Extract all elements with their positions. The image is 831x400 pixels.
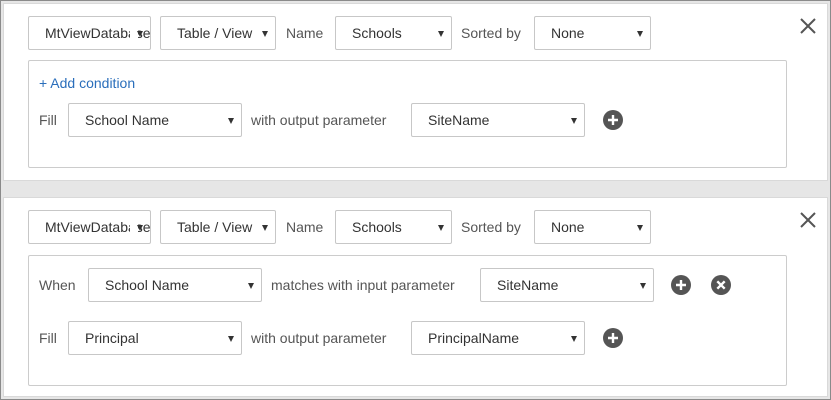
fill-field-select[interactable]: Principal	[68, 321, 242, 355]
source-type-value: Table / View	[177, 219, 253, 235]
plus-circle-icon[interactable]	[671, 275, 691, 295]
plus-circle-icon[interactable]	[603, 328, 623, 348]
source-type-select[interactable]: Table / View	[160, 16, 276, 50]
name-label: Name	[286, 219, 324, 235]
add-condition-link[interactable]: + Add condition	[39, 73, 135, 93]
query-block-2: MtViewDatabase Table / View Name Schools…	[3, 197, 828, 397]
condition-box: When School Name matches with input para…	[28, 255, 787, 386]
output-parameter-label: with output parameter	[251, 330, 387, 346]
fill-field-select[interactable]: School Name	[68, 103, 242, 137]
chevron-down-icon	[262, 225, 268, 231]
sorted-by-value: None	[551, 219, 585, 235]
matches-label: matches with input parameter	[271, 277, 455, 293]
chevron-down-icon	[228, 336, 234, 342]
when-field-select[interactable]: School Name	[88, 268, 262, 302]
output-parameter-label: with output parameter	[251, 112, 387, 128]
name-select[interactable]: Schools	[335, 210, 452, 244]
sorted-by-select[interactable]: None	[534, 16, 651, 50]
name-select-value: Schools	[352, 25, 402, 41]
database-select[interactable]: MtViewDatabase	[28, 210, 151, 244]
chevron-down-icon	[137, 31, 143, 37]
output-parameter-value: SiteName	[428, 112, 490, 128]
close-icon[interactable]	[798, 16, 818, 36]
chevron-down-icon	[438, 225, 444, 231]
chevron-down-icon	[262, 31, 268, 37]
name-select-value: Schools	[352, 219, 402, 235]
when-field-value: School Name	[105, 277, 190, 293]
input-parameter-value: SiteName	[497, 277, 559, 293]
fill-label: Fill	[39, 330, 57, 346]
chevron-down-icon	[438, 31, 444, 37]
chevron-down-icon	[137, 225, 143, 231]
chevron-down-icon	[637, 225, 643, 231]
chevron-down-icon	[571, 336, 577, 342]
plus-circle-icon[interactable]	[603, 110, 623, 130]
name-label: Name	[286, 25, 324, 41]
fill-field-value: School Name	[85, 112, 170, 128]
x-circle-icon[interactable]	[711, 275, 731, 295]
chevron-down-icon	[637, 31, 643, 37]
chevron-down-icon	[640, 283, 646, 289]
condition-box: + Add condition Fill School Name with ou…	[28, 60, 787, 168]
input-parameter-select[interactable]: SiteName	[480, 268, 654, 302]
output-parameter-select[interactable]: PrincipalName	[411, 321, 585, 355]
chevron-down-icon	[228, 118, 234, 124]
chevron-down-icon	[571, 118, 577, 124]
fill-label: Fill	[39, 112, 57, 128]
close-icon[interactable]	[798, 210, 818, 230]
name-select[interactable]: Schools	[335, 16, 452, 50]
fill-field-value: Principal	[85, 330, 139, 346]
query-block-1: MtViewDatabase Table / View Name Schools…	[3, 3, 828, 181]
output-parameter-select[interactable]: SiteName	[411, 103, 585, 137]
source-type-select[interactable]: Table / View	[160, 210, 276, 244]
sorted-by-select[interactable]: None	[534, 210, 651, 244]
sorted-by-value: None	[551, 25, 585, 41]
sorted-by-label: Sorted by	[461, 25, 521, 41]
output-parameter-value: PrincipalName	[428, 330, 520, 346]
when-label: When	[39, 277, 76, 293]
window-frame: MtViewDatabase Table / View Name Schools…	[0, 0, 831, 400]
database-select[interactable]: MtViewDatabase	[28, 16, 151, 50]
chevron-down-icon	[248, 283, 254, 289]
sorted-by-label: Sorted by	[461, 219, 521, 235]
source-type-value: Table / View	[177, 25, 253, 41]
